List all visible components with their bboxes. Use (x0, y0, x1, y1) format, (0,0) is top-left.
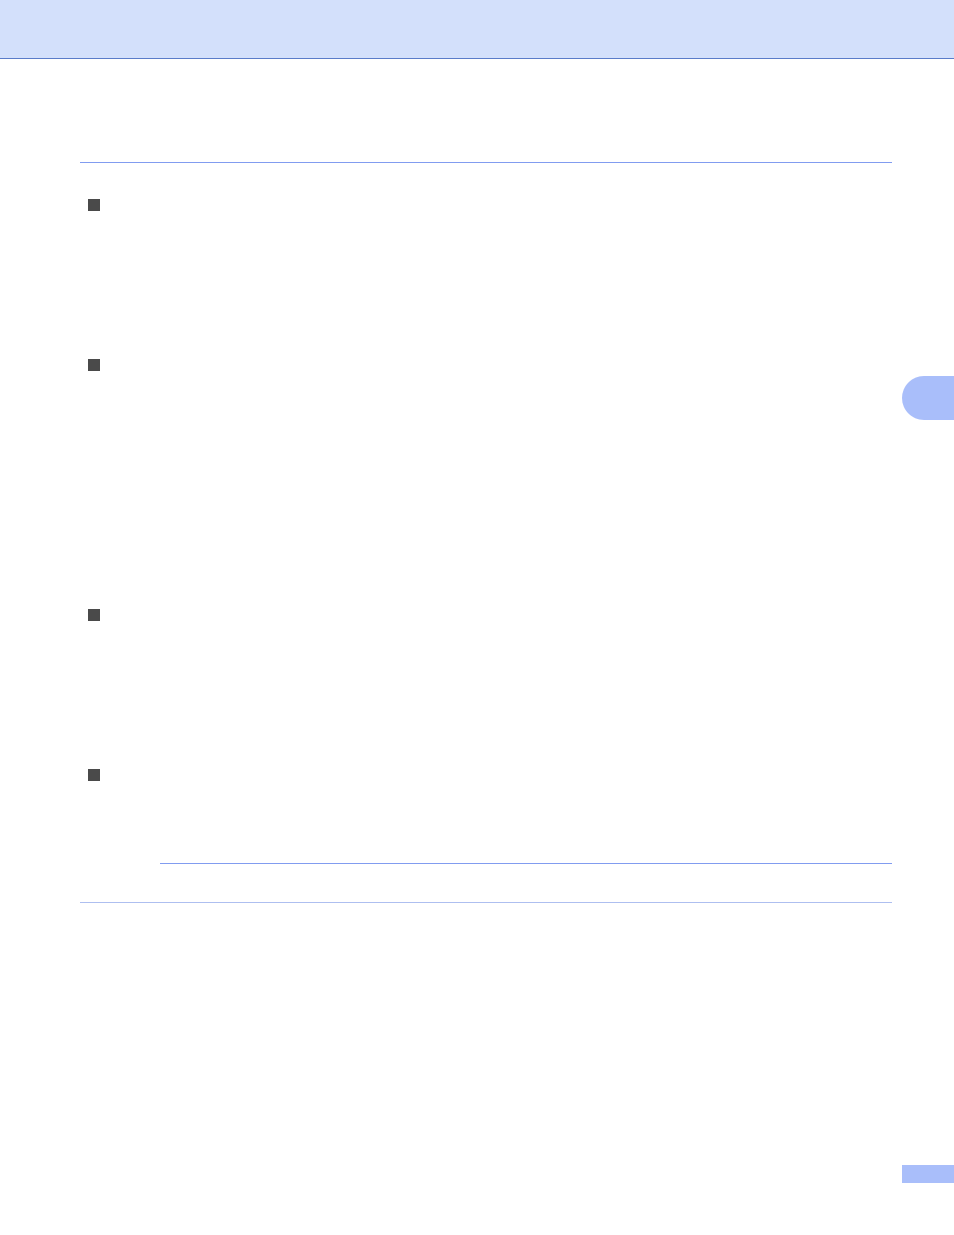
square-bullet-icon (88, 199, 100, 211)
side-thumb-tab[interactable] (902, 376, 954, 420)
page-content (80, 120, 892, 903)
list-item (88, 605, 892, 645)
list-item (88, 765, 892, 805)
divider-light (80, 902, 892, 903)
square-bullet-icon (88, 769, 100, 781)
divider-underline-indented (160, 863, 892, 864)
spacer (80, 805, 892, 853)
page-corner-tab (902, 1165, 954, 1183)
header-bar (0, 0, 954, 59)
list-item (88, 195, 892, 235)
list-item (88, 355, 892, 395)
bullet-list (88, 195, 892, 805)
divider-underline (80, 162, 892, 163)
square-bullet-icon (88, 609, 100, 621)
square-bullet-icon (88, 359, 100, 371)
